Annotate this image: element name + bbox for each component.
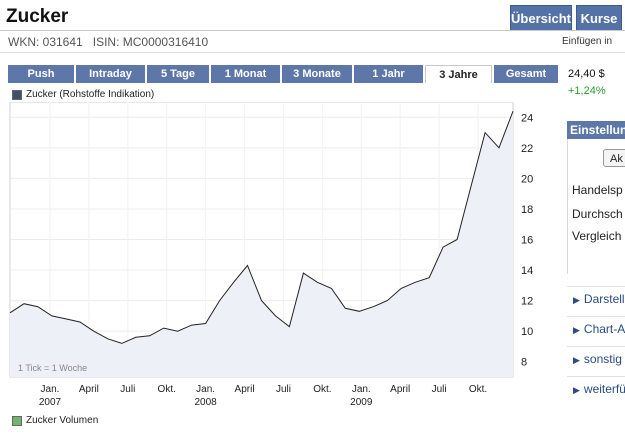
tab-1-jahr[interactable]: 1 Jahr: [354, 65, 423, 83]
tab-gesamt[interactable]: Gesamt: [494, 65, 558, 83]
quote-change: +1,24%: [568, 85, 606, 97]
y-tick-label: 22: [521, 143, 533, 155]
link-label: Chart-A: [583, 322, 625, 336]
y-tick-label: 8: [521, 357, 527, 369]
page-title: Zucker: [6, 6, 69, 27]
y-tick-label: 18: [521, 204, 533, 216]
x-tick-label: Okt.: [469, 384, 487, 395]
tab-push[interactable]: Push: [8, 65, 74, 83]
einfuegen-link[interactable]: Einfügen in: [562, 36, 612, 47]
price-chart-svg: 8 10 12 14 16 18 20 22 24 Jan. 2007 April Juli Okt. Ja…: [9, 101, 533, 408]
wkn-label: WKN: 031641: [8, 35, 83, 49]
y-tick-label: 16: [521, 235, 533, 247]
y-tick-label: 10: [521, 326, 533, 338]
arrow-right-icon: ▶: [573, 385, 580, 395]
y-tick-label: 12: [521, 296, 533, 308]
settings-apply-button[interactable]: Ak: [603, 149, 625, 167]
y-tick-label: 14: [521, 265, 533, 277]
tab-3-jahre[interactable]: 3 Jahre: [425, 65, 492, 83]
link-chart-art[interactable]: ▶ Chart-A: [567, 316, 625, 340]
volume-label: Zucker Volumen: [26, 415, 99, 426]
legend-swatch: [12, 89, 22, 100]
overview-button[interactable]: Übersicht: [510, 5, 572, 31]
header-divider: [0, 30, 625, 31]
arrow-right-icon: ▶: [573, 355, 580, 365]
link-label: Darstell: [583, 292, 625, 306]
link-label: weiterfü: [583, 382, 625, 396]
x-tick-label: Juli: [120, 384, 135, 395]
timeframe-tabs: Push Intraday 5 Tage 1 Monat 3 Monate 1 …: [8, 65, 560, 83]
x-tick-label: April: [79, 384, 99, 395]
x-tick-label: Juli: [276, 384, 291, 395]
kurse-button[interactable]: Kurse: [576, 5, 622, 31]
id-divider: [0, 52, 625, 53]
arrow-right-icon: ▶: [573, 295, 580, 305]
setting-vergleich[interactable]: Vergleich: [572, 229, 621, 243]
x-tick-label: Jan.: [41, 384, 60, 395]
x-tick-label: Okt.: [313, 384, 331, 395]
x-tick-label: April: [235, 384, 255, 395]
x-tick-label: Juli: [432, 384, 447, 395]
link-label: sonstig: [583, 352, 622, 366]
tab-3-monate[interactable]: 3 Monate: [282, 65, 352, 83]
y-tick-label: 20: [521, 173, 533, 185]
volume-swatch: [12, 415, 22, 426]
price-chart: 8 10 12 14 16 18 20 22 24 Jan. 2007 April Juli Okt. Ja…: [8, 101, 558, 417]
x-tick-label: Jan.: [196, 384, 215, 395]
link-sonstiges[interactable]: ▶ sonstig: [567, 346, 625, 370]
isin-label: ISIN: MC0000316410: [92, 35, 209, 49]
x-tick-year-label: 2008: [195, 397, 218, 408]
tab-intraday[interactable]: Intraday: [76, 65, 145, 83]
arrow-right-icon: ▶: [573, 325, 580, 335]
security-ids: WKN: 031641 ISIN: MC0000316410: [8, 35, 208, 49]
y-tick-label: 24: [521, 112, 533, 124]
link-weiterfuehrend[interactable]: ▶ weiterfü: [567, 376, 625, 400]
legend-label: Zucker (Rohstoffe Indikation): [26, 89, 155, 100]
settings-header: Einstellungen: [567, 121, 625, 139]
x-tick-label: Okt.: [158, 384, 176, 395]
x-tick-year-label: 2007: [39, 397, 62, 408]
x-tick-year-label: 2009: [350, 397, 373, 408]
volume-legend: Zucker Volumen: [12, 415, 98, 426]
tab-1-monat[interactable]: 1 Monat: [211, 65, 280, 83]
setting-handelsplatz[interactable]: Handelsp: [572, 183, 623, 197]
tick-footnote: 1 Tick = 1 Woche: [18, 363, 87, 373]
setting-durchschnitt[interactable]: Durchsch: [572, 207, 623, 221]
x-tick-label: Jan.: [352, 384, 371, 395]
tab-5-tage[interactable]: 5 Tage: [147, 65, 209, 83]
link-darstellung[interactable]: ▶ Darstell: [567, 286, 625, 310]
quote-price: 24,40 $: [568, 68, 605, 80]
chart-legend: Zucker (Rohstoffe Indikation): [12, 89, 154, 100]
x-tick-label: April: [390, 384, 410, 395]
